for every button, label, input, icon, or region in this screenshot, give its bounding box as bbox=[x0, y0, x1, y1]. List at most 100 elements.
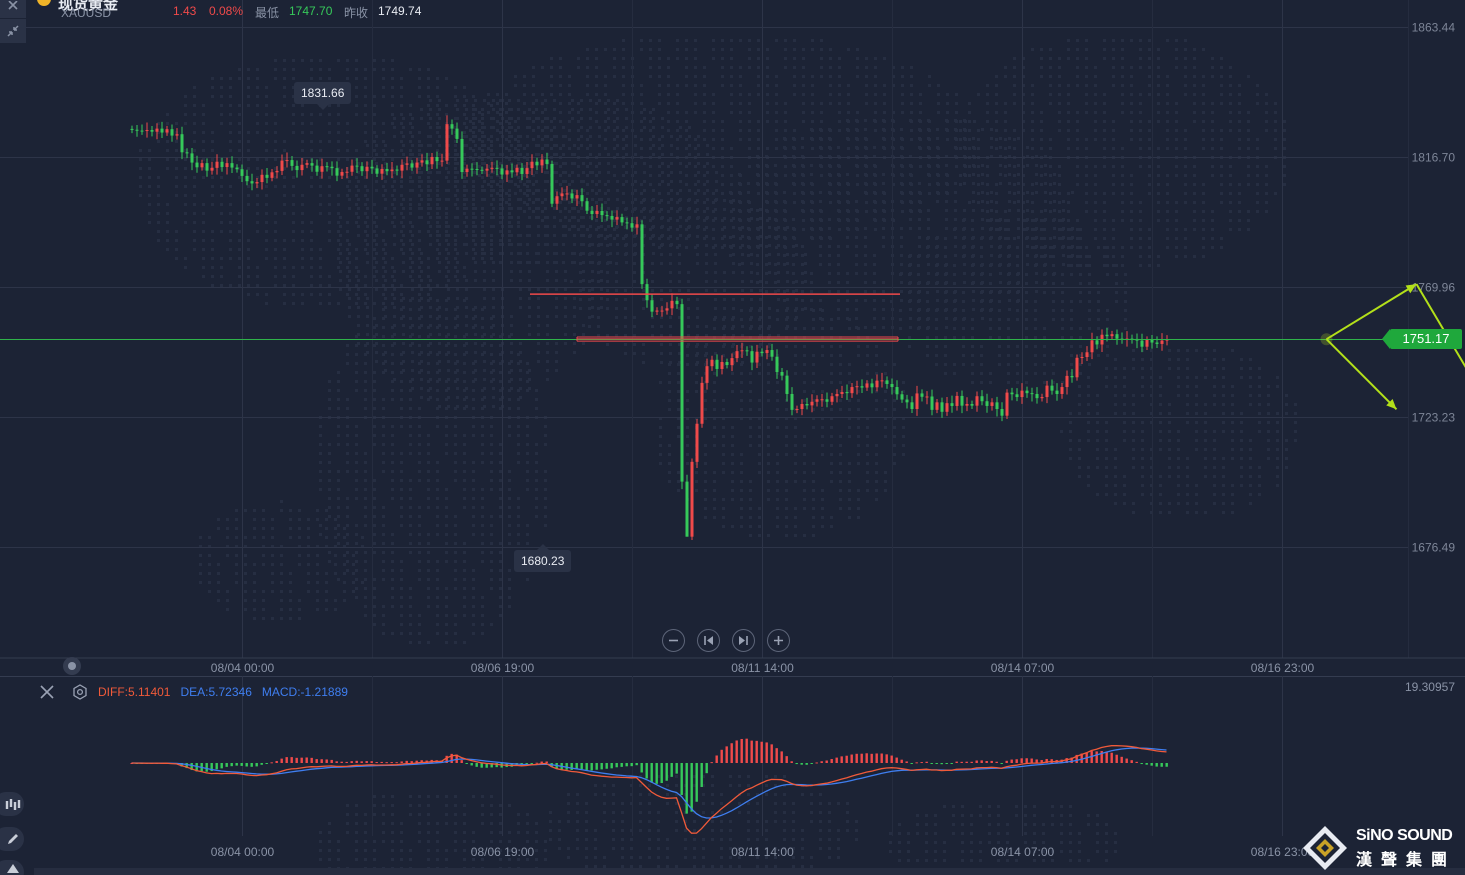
map-dot bbox=[382, 77, 385, 80]
map-dot bbox=[499, 207, 502, 210]
map-dot bbox=[1124, 291, 1127, 294]
map-dot bbox=[445, 198, 448, 201]
map-dot bbox=[418, 207, 421, 210]
map-dot bbox=[382, 230, 385, 233]
map-dot bbox=[445, 275, 448, 278]
map-dot bbox=[1052, 300, 1055, 303]
map-dot bbox=[544, 243, 547, 246]
map-dot bbox=[472, 497, 475, 500]
map-dot bbox=[749, 516, 752, 519]
map-dot bbox=[508, 212, 511, 215]
map-dot bbox=[420, 378, 423, 381]
map-dot bbox=[785, 453, 788, 456]
map-dot bbox=[481, 308, 484, 311]
map-dot bbox=[864, 128, 867, 131]
map-dot bbox=[721, 120, 724, 123]
map-dot bbox=[873, 263, 876, 266]
map-dot bbox=[348, 261, 351, 264]
map-dot bbox=[571, 108, 574, 111]
map-dot bbox=[411, 270, 414, 273]
map-dot bbox=[357, 225, 360, 228]
map-dot bbox=[1043, 354, 1046, 357]
map-dot bbox=[820, 48, 823, 51]
price-chart[interactable]: 1863.441816.701769.961723.231676.49 08/0… bbox=[0, 0, 1465, 676]
map-dot bbox=[436, 212, 439, 215]
map-dot bbox=[622, 165, 625, 168]
map-dot bbox=[855, 254, 858, 257]
map-dot bbox=[1049, 48, 1052, 51]
map-dot bbox=[220, 176, 223, 179]
map-dot bbox=[937, 93, 940, 96]
map-dot bbox=[908, 282, 911, 285]
map-dot bbox=[445, 234, 448, 237]
map-dot bbox=[946, 138, 949, 141]
map-dot bbox=[256, 194, 259, 197]
map-dot bbox=[499, 506, 502, 509]
map-dot bbox=[436, 407, 439, 410]
map-dot bbox=[454, 587, 457, 590]
map-dot bbox=[600, 288, 603, 291]
map-dot bbox=[292, 122, 295, 125]
map-dot bbox=[400, 317, 403, 320]
map-dot bbox=[712, 39, 715, 42]
map-dot bbox=[1008, 137, 1011, 140]
map-dot bbox=[568, 120, 571, 123]
map-dot bbox=[346, 362, 349, 365]
map-dot bbox=[517, 252, 520, 255]
map-dot bbox=[157, 212, 160, 215]
map-dot bbox=[1008, 146, 1011, 149]
map-dot bbox=[1061, 237, 1064, 240]
map-dot bbox=[703, 84, 706, 87]
map-dot bbox=[472, 596, 475, 599]
map-dot bbox=[686, 399, 689, 402]
map-dot bbox=[247, 203, 250, 206]
map-dot bbox=[810, 173, 813, 176]
map-dot bbox=[598, 180, 601, 183]
map-dot bbox=[685, 120, 688, 123]
map-dot bbox=[355, 542, 358, 545]
map-dot bbox=[535, 261, 538, 264]
map-dot bbox=[848, 318, 851, 321]
map-dot bbox=[301, 212, 304, 215]
map-dot bbox=[1007, 246, 1010, 249]
map-dot bbox=[411, 117, 414, 120]
map-dot bbox=[1124, 309, 1127, 312]
map-dot bbox=[391, 488, 394, 491]
map-dot bbox=[1035, 182, 1038, 185]
map-dot bbox=[499, 122, 502, 125]
map-dot bbox=[776, 390, 779, 393]
map-dot bbox=[598, 153, 601, 156]
map-dot bbox=[821, 516, 824, 519]
map-dot bbox=[438, 117, 441, 120]
map-dot bbox=[1067, 264, 1070, 267]
map-dot bbox=[393, 126, 396, 129]
map-dot bbox=[391, 371, 394, 374]
map-dot bbox=[1008, 308, 1011, 311]
map-dot bbox=[1070, 228, 1073, 231]
map-dot bbox=[821, 453, 824, 456]
map-dot bbox=[472, 95, 475, 98]
map-dot bbox=[346, 461, 349, 464]
map-dot bbox=[589, 108, 592, 111]
map-dot bbox=[148, 203, 151, 206]
map-dot bbox=[418, 185, 421, 188]
map-dot bbox=[875, 462, 878, 465]
map-dot bbox=[995, 138, 998, 141]
map-dot bbox=[830, 354, 833, 357]
map-dot bbox=[481, 398, 484, 401]
map-dot bbox=[900, 299, 903, 302]
map-dot bbox=[730, 147, 733, 150]
map-dot bbox=[310, 275, 313, 278]
map-dot bbox=[1052, 309, 1055, 312]
map-dot bbox=[838, 84, 841, 87]
map-dot bbox=[838, 102, 841, 105]
map-dot bbox=[436, 515, 439, 518]
map-dot bbox=[454, 185, 457, 188]
map-dot bbox=[499, 596, 502, 599]
map-dot bbox=[659, 453, 662, 456]
map-dot bbox=[577, 174, 580, 177]
map-dot bbox=[364, 221, 367, 224]
map-dot bbox=[364, 344, 367, 347]
map-dot bbox=[454, 353, 457, 356]
map-dot bbox=[436, 194, 439, 197]
